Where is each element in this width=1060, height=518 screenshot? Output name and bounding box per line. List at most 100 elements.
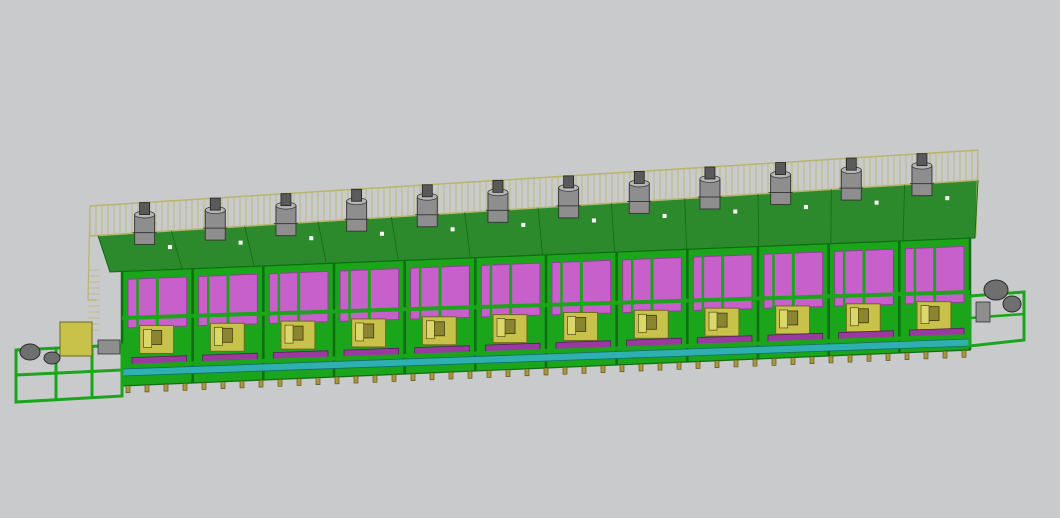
leveling-foot (562, 366, 568, 375)
leveling-foot (144, 384, 150, 393)
leveling-foot (125, 385, 131, 394)
cad-viewport[interactable] (0, 0, 1060, 518)
leveling-foot (828, 355, 834, 364)
drive-motor (920, 305, 930, 324)
leveling-foot (315, 377, 321, 385)
drive-motor (708, 311, 718, 331)
top-motor-body (487, 191, 509, 223)
leveling-foot (505, 369, 511, 377)
leveling-foot (334, 376, 340, 385)
top-motor-body (911, 165, 933, 197)
leveling-foot (486, 370, 492, 378)
top-motor-body (275, 205, 297, 237)
deck-marker (379, 231, 384, 236)
leveling-foot (353, 375, 359, 384)
infeed-roller (19, 343, 41, 361)
drive-motor (284, 324, 294, 344)
top-motor-body (346, 200, 368, 232)
leveling-foot (904, 352, 910, 360)
leveling-foot (714, 360, 720, 369)
outfeed-motor (975, 301, 991, 323)
top-motor-body (770, 174, 792, 206)
deck-marker (803, 205, 808, 210)
top-motor-body (204, 209, 226, 241)
leveling-foot (676, 362, 682, 370)
leveling-foot (695, 361, 701, 369)
leveling-foot (163, 383, 169, 392)
leveling-foot (467, 370, 473, 379)
deck-marker (662, 213, 667, 218)
deck-marker (521, 222, 526, 227)
top-motor-head (280, 193, 292, 207)
top-motor-body (134, 214, 156, 246)
drive-motor (850, 307, 859, 327)
top-motor-head (775, 162, 787, 175)
infeed-rail (15, 368, 123, 377)
deck-marker (238, 240, 243, 245)
top-motor-body (558, 187, 580, 219)
railing-left-return (87, 205, 96, 301)
infeed-roller (43, 351, 61, 365)
top-motor-head (704, 166, 716, 180)
outfeed-roller (983, 279, 1009, 301)
leveling-foot (258, 379, 264, 388)
infeed-motor (97, 339, 121, 355)
leveling-foot (410, 373, 416, 381)
top-motor-head (845, 157, 857, 171)
leveling-foot (296, 378, 302, 386)
leveling-foot (429, 372, 435, 381)
deck-divider (830, 189, 832, 244)
deck-marker (591, 218, 596, 223)
leveling-foot (372, 374, 378, 383)
drive-motor (214, 326, 223, 346)
leveling-foot (600, 365, 606, 373)
drive-motor (426, 320, 435, 340)
leveling-foot (923, 351, 929, 360)
leveling-foot (847, 354, 853, 363)
top-motor-head (209, 197, 221, 211)
drive-motor (143, 329, 152, 348)
drive-motor (567, 316, 576, 335)
leveling-foot (543, 367, 549, 376)
top-motor-body (699, 178, 721, 210)
leveling-foot (961, 349, 967, 358)
leveling-foot (277, 378, 283, 387)
top-motor-head (916, 153, 928, 167)
top-motor-head (563, 175, 575, 189)
top-motor-head (633, 171, 645, 184)
leveling-foot (885, 353, 891, 361)
top-motor-head (492, 179, 504, 193)
leveling-foot (220, 381, 226, 390)
deck-marker (945, 196, 950, 201)
drive-motor (355, 322, 364, 342)
leveling-foot (809, 356, 815, 365)
leveling-foot (771, 358, 777, 366)
infeed-unit (59, 321, 93, 357)
top-motor-body (840, 169, 862, 201)
top-motor-head (421, 184, 433, 198)
leveling-foot (448, 371, 454, 380)
deck-marker (874, 200, 879, 205)
top-motor-body (416, 196, 438, 228)
drive-motor (638, 313, 647, 333)
leveling-foot (581, 366, 587, 374)
top-motor-head (351, 188, 363, 202)
leveling-foot (391, 374, 397, 382)
leveling-foot (239, 380, 245, 389)
leveling-foot (638, 363, 644, 372)
deck-marker (167, 245, 172, 250)
leveling-foot (733, 359, 739, 368)
leveling-foot (619, 364, 625, 373)
deck-marker (309, 236, 314, 241)
top-motor-body (628, 182, 650, 214)
drive-motor (496, 318, 506, 337)
deck-marker (733, 209, 738, 214)
leveling-foot (752, 358, 758, 367)
leveling-foot (524, 368, 530, 377)
leveling-foot (942, 350, 948, 359)
drive-motor (779, 309, 788, 329)
leveling-foot (866, 353, 872, 362)
leveling-foot (790, 357, 796, 365)
deck-marker (450, 227, 455, 232)
leveling-foot (657, 362, 663, 371)
